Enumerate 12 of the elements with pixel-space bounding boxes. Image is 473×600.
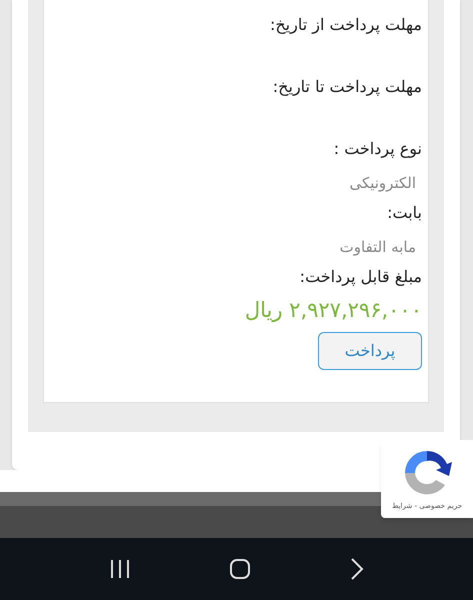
field-label: مهلت پرداخت تا تاریخ: bbox=[272, 76, 422, 98]
field-value: الکترونیکی bbox=[349, 173, 416, 194]
recents-icon[interactable] bbox=[109, 559, 132, 579]
pay-button[interactable]: پرداخت bbox=[318, 332, 422, 370]
field-label: مهلت پرداخت از تاریخ: bbox=[270, 14, 422, 36]
back-icon[interactable] bbox=[350, 558, 364, 580]
home-icon[interactable] bbox=[229, 558, 252, 580]
field-label: مبلغ قابل پرداخت: bbox=[300, 266, 422, 288]
field-label: بابت: bbox=[387, 202, 422, 224]
field-label: نوع پرداخت : bbox=[334, 138, 422, 160]
field-value: مابه التفاوت bbox=[340, 237, 416, 258]
amount-text: ۲,۹۲۷,۲۹۶,۰۰۰ ریال bbox=[244, 297, 422, 324]
